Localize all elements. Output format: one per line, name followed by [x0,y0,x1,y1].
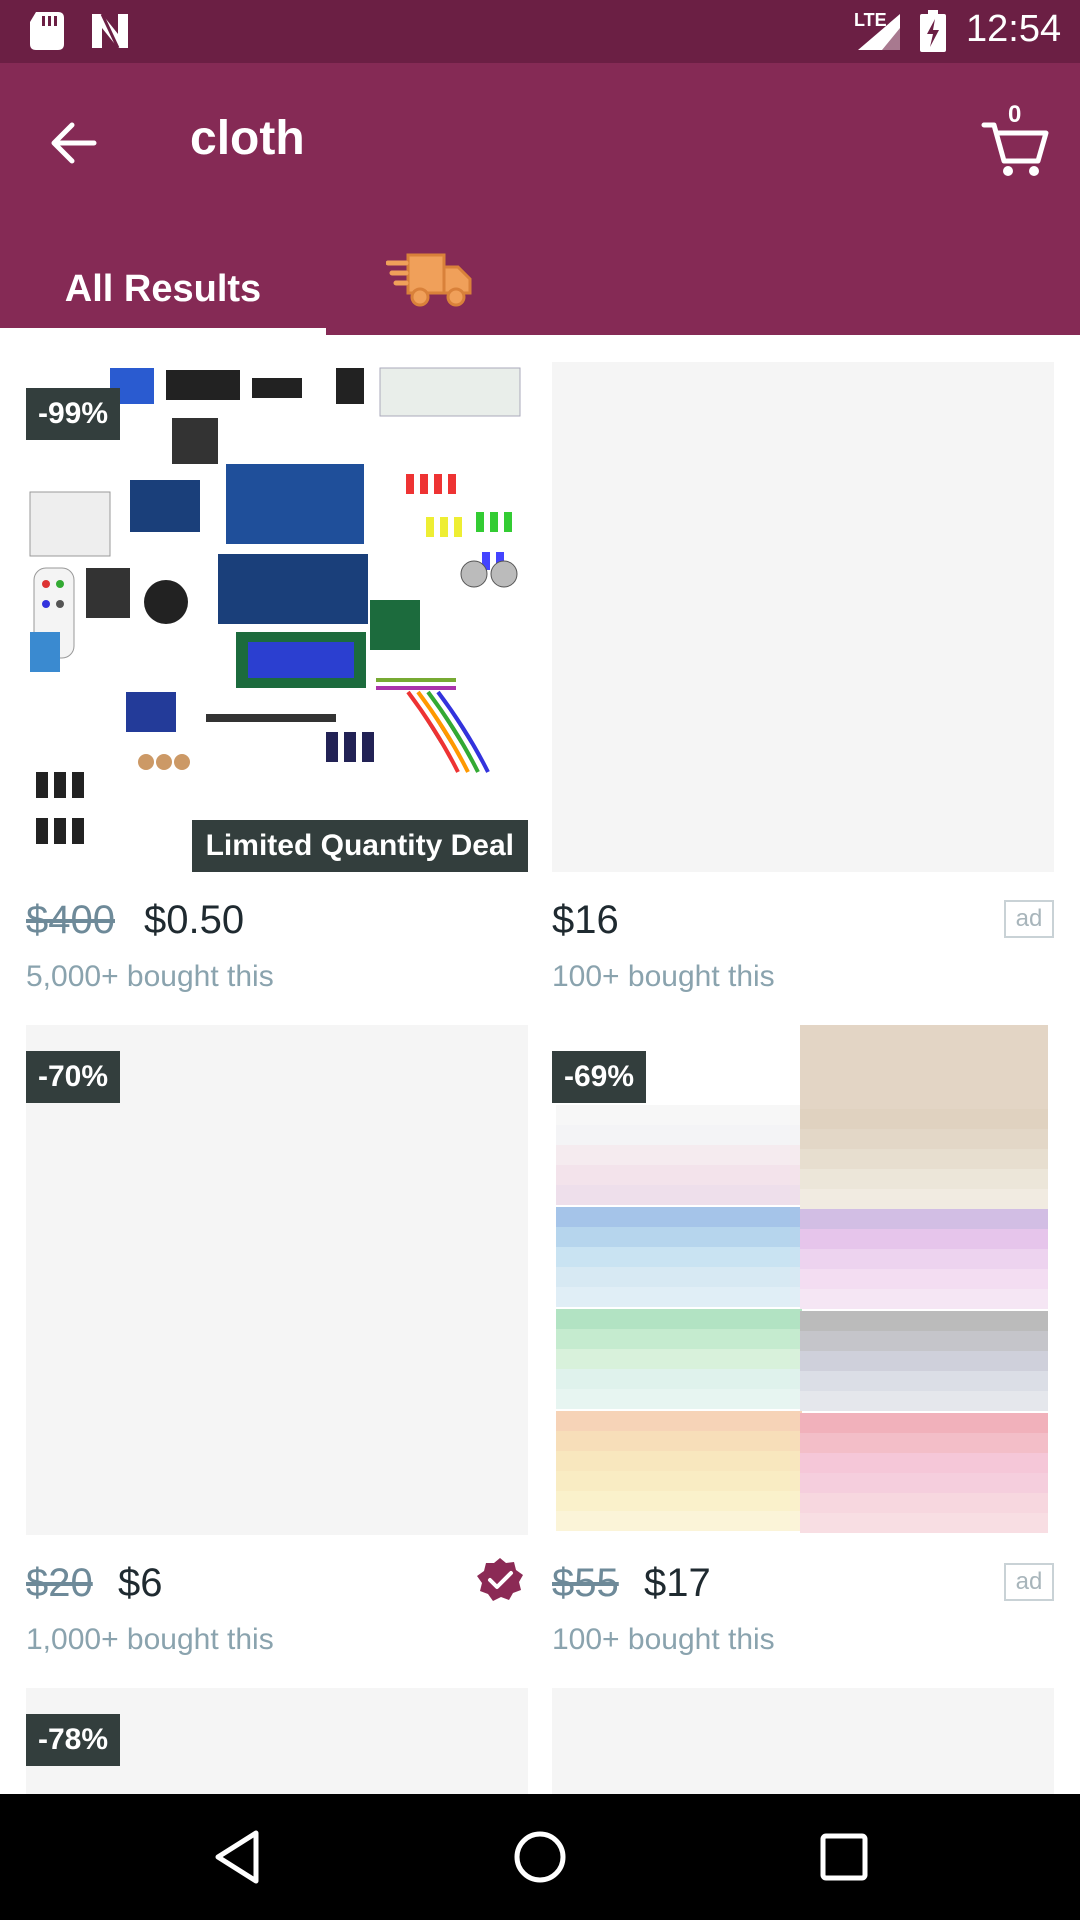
sale-price: $17 [644,1561,711,1605]
sale-price: $16 [552,898,619,942]
signal-icon [858,14,900,50]
battery-charging-icon [920,10,946,52]
nav-home-button[interactable] [505,1822,575,1892]
bought-count: 100+ bought this [552,960,775,993]
back-button[interactable] [40,109,108,177]
bought-count: 5,000+ bought this [26,960,274,993]
limited-deal-label: Limited Quantity Deal [191,820,528,872]
ad-badge: ad [1004,1563,1054,1601]
verified-badge-icon [477,1558,523,1601]
discount-badge: -69% [552,1051,647,1103]
app-bar: cloth 0 All Results [0,63,1080,335]
bought-count: 1,000+ bought this [26,1623,274,1656]
discount-badge: -70% [26,1051,121,1103]
ad-badge: ad [1004,900,1054,938]
product-image-electronics-kit[interactable]: -99% Limited Quantity Deal [26,362,528,872]
clock: 12:54 [966,8,1062,50]
circle-home-icon [514,1831,566,1883]
active-tab-indicator [0,328,326,335]
discount-badge: -78% [26,1714,121,1766]
discount-badge: -99% [26,388,121,440]
arrow-left-icon [51,122,97,164]
bought-count: 100+ bought this [552,1623,775,1656]
nav-back-button[interactable] [202,1822,272,1892]
square-recents-icon [820,1833,868,1881]
original-price: $400 [26,898,115,942]
cart-count-badge: 0 [1008,101,1022,128]
fast-shipping-truck-icon [385,253,472,307]
sd-card-icon [30,12,64,50]
product-image[interactable]: -70% [26,1025,528,1535]
tab-label: All Results [64,267,262,310]
sale-price: $0.50 [144,898,245,942]
n-logo-icon [92,13,128,49]
tab-all-results[interactable]: All Results [0,243,326,335]
product-image-cloth-stacks[interactable]: -69% [552,1025,1054,1535]
product-image[interactable] [552,362,1054,872]
product-image[interactable] [552,1688,1054,1794]
sale-price: $6 [118,1561,163,1605]
product-image[interactable]: -78% [26,1688,528,1794]
triangle-back-icon [215,1830,259,1884]
status-bar: LTE 12:54 [0,0,1080,63]
nav-recents-button[interactable] [809,1822,879,1892]
tab-fast-shipping[interactable] [385,247,486,327]
search-query-title[interactable]: cloth [190,111,305,166]
system-nav-bar [0,1794,1080,1920]
original-price: $55 [552,1561,619,1605]
original-price: $20 [26,1561,93,1605]
